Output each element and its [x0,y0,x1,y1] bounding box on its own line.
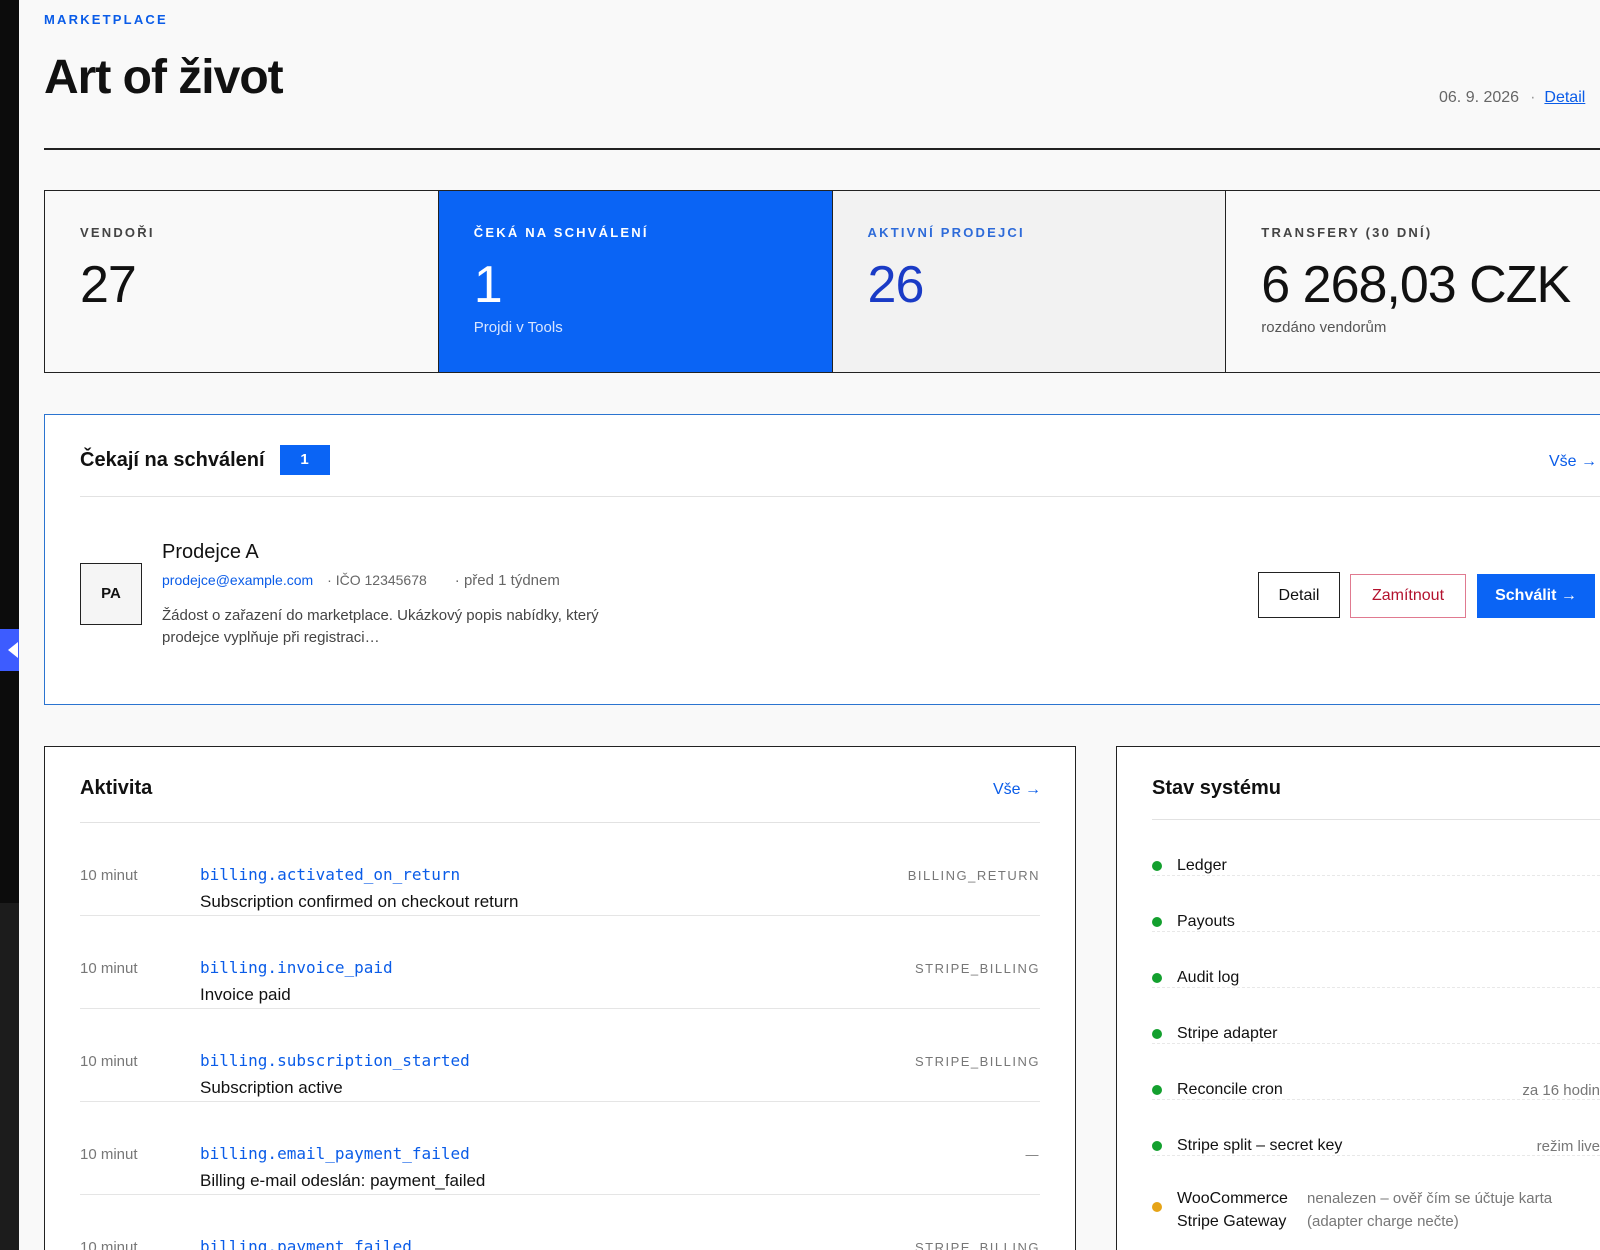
pending-header: Čekají na schválení 1 [80,445,330,475]
pending-approvals-panel: Čekají na schválení 1 Vše → PA Prodejce … [44,414,1600,705]
detail-link[interactable]: Detail [1544,89,1585,106]
status-ok-dot-icon [1152,917,1162,927]
divider [80,496,1600,497]
vendor-meta: prodejce@example.com · IČO 12345678 · před… [162,572,560,589]
activity-event-code[interactable]: billing.subscription_started [200,1051,470,1070]
activity-source-tag: BILLING_RETURN [907,868,1040,883]
status-ok-dot-icon [1152,973,1162,983]
stat-value: 6 268,03 CZK [1261,256,1571,314]
activity-source-tag: STRIPE_BILLING [914,1240,1040,1250]
stat-value: 26 [867,256,925,314]
status-note: nenalezen – ověř čím se účtuje karta (ad… [1307,1190,1553,1230]
activity-time: 10 minut [80,960,138,977]
status-item: Payouts [1152,876,1600,932]
activity-event-code[interactable]: billing.invoice_paid [200,958,393,977]
stat-label: AKTIVNÍ PRODEJCI [867,225,1025,240]
vendor-ico: · IČO 12345678 [327,572,427,588]
activity-description: Billing e-mail odeslán: payment_failed [200,1171,486,1190]
vendor-email-link[interactable]: prodejce@example.com [162,572,313,588]
activity-item[interactable]: 10 minut billing.email_payment_failed Bi… [80,1102,1040,1195]
activity-description: Subscription active [200,1078,343,1097]
system-status-panel: Stav systému Ledger Payouts Audit log St… [1116,746,1600,1250]
status-name: WooCommerce Stripe Gateway [1177,1190,1288,1230]
activity-source-tag: STRIPE_BILLING [914,961,1040,976]
approve-button[interactable]: Schválit → [1477,574,1595,618]
activity-description: Subscription confirmed on checkout retur… [200,892,519,911]
activity-time: 10 minut [80,1146,138,1163]
status-warning-dot-icon [1152,1202,1162,1212]
section-title: Čekají na schválení [80,448,265,471]
activity-time: 10 minut [80,1239,138,1250]
status-name: Stripe adapter [1177,1025,1278,1042]
rail-panel [0,0,19,903]
status-item: Reconcile cron za 16 hodin [1152,1044,1600,1100]
status-ok-dot-icon [1152,1085,1162,1095]
activity-item[interactable]: 10 minut billing.invoice_paid Invoice pa… [80,916,1040,1009]
stat-card-pending-approval[interactable]: ČEKÁ NA SCHVÁLENÍ 1 Projdi v Tools [438,191,833,372]
title-divider [44,148,1600,150]
status-name: Stripe split – secret key [1177,1137,1343,1154]
system-status-list: Ledger Payouts Audit log Stripe adapter [1152,820,1600,1236]
stat-label: TRANSFERY (30 DNÍ) [1261,225,1433,240]
see-all-activity-link[interactable]: Vše → [993,781,1041,799]
see-all-pending-link[interactable]: Vše → [1549,453,1597,471]
activity-item[interactable]: 10 minut billing.payment_failed STRIPE_B… [80,1195,1040,1250]
status-item: WooCommerce Stripe Gateway nenalezen – o… [1152,1156,1600,1236]
stat-value: 1 [473,256,503,314]
status-note: za 16 hodin [1522,1082,1600,1099]
meta-separator: · [1530,89,1536,106]
sidebar-toggle-handle[interactable] [0,629,19,671]
status-name: Payouts [1177,913,1235,930]
detail-button[interactable]: Detail [1258,572,1340,618]
activity-panel: Aktivita Vše → 10 minut billing.activate… [44,746,1076,1250]
stat-sub: Projdi v Tools [473,318,563,336]
stat-label: VENDOŘI [80,225,155,240]
status-ok-dot-icon [1152,861,1162,871]
avatar: PA [80,563,142,625]
stat-label: ČEKÁ NA SCHVÁLENÍ [473,225,649,240]
activity-list: 10 minut billing.activated_on_return Sub… [80,823,1040,1250]
vendor-description: Žádost o zařazení do marketplace. Ukázko… [162,607,599,646]
section-title: Stav systému [1152,777,1281,799]
activity-description: Invoice paid [200,985,291,1004]
section-title: Aktivita [80,777,153,799]
count-badge: 1 [279,445,330,475]
activity-source-tag: STRIPE_BILLING [914,1054,1040,1069]
stat-sub: rozdáno vendorům [1261,318,1387,336]
status-item: Ledger [1152,820,1600,876]
status-name: Ledger [1177,857,1227,874]
status-item: Audit log [1152,932,1600,988]
eyebrow-label: MARKETPLACE [44,12,168,27]
stat-card-active-sellers[interactable]: AKTIVNÍ PRODEJCI 26 [832,191,1227,372]
header-date: 06. 9. 2026 [1439,89,1520,106]
activity-time: 10 minut [80,867,138,884]
left-rail [0,0,19,1250]
status-item: Stripe split – secret key režim live [1152,1100,1600,1156]
reject-button[interactable]: Zamítnout [1350,574,1466,618]
activity-event-code[interactable]: billing.activated_on_return [200,865,460,884]
vendor-requested-time: · před 1 týdnem [454,572,560,589]
status-name: Reconcile cron [1177,1081,1283,1098]
stat-card-transfers[interactable]: TRANSFERY (30 DNÍ) 6 268,03 CZK rozdáno … [1226,191,1600,372]
vendor-name: Prodejce A [162,541,259,563]
status-note: režim live [1536,1138,1600,1155]
activity-item[interactable]: 10 minut billing.subscription_started Su… [80,1009,1040,1102]
page-title: Art of život [44,51,284,104]
activity-event-code[interactable]: billing.payment_failed [200,1237,412,1250]
main-content: MARKETPLACE Art of život 06. 9. 2026 · Det… [44,0,1600,1250]
status-ok-dot-icon [1152,1029,1162,1039]
status-name: Audit log [1177,969,1240,986]
status-item: Stripe adapter [1152,988,1600,1044]
activity-event-code[interactable]: billing.email_payment_failed [200,1144,470,1163]
activity-source-tag: — [1025,1147,1040,1162]
activity-time: 10 minut [80,1053,138,1070]
header-meta: 06. 9. 2026 · Detail [1439,89,1585,107]
activity-item[interactable]: 10 minut billing.activated_on_return Sub… [80,823,1040,916]
stat-value: 27 [80,256,137,314]
stats-row: VENDOŘI 27 ČEKÁ NA SCHVÁLENÍ 1 Projdi v … [44,190,1600,373]
stat-card-vendors[interactable]: VENDOŘI 27 [45,191,439,372]
status-ok-dot-icon [1152,1141,1162,1151]
